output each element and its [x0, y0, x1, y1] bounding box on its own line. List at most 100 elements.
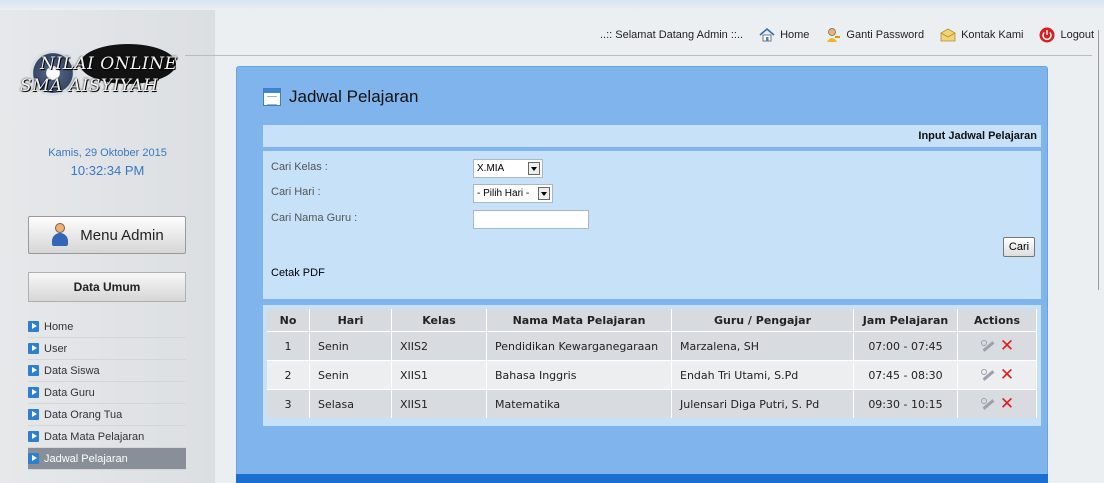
hari-select-value: - Pilih Hari -	[477, 188, 530, 199]
cell-guru: Marzalena, SH	[672, 331, 854, 360]
col-no: No	[267, 309, 310, 331]
logo-line-2: SMA AISYIYAH	[20, 76, 159, 96]
sidebar-item-label: Data Orang Tua	[44, 408, 123, 421]
nav-home-label: Home	[780, 29, 810, 41]
input-strip: Input Jadwal Pelajaran	[263, 125, 1041, 147]
cetak-pdf-link[interactable]: Cetak PDF	[271, 267, 325, 279]
nav-logout-label: Logout	[1060, 29, 1095, 41]
cell-jam: 07:00 - 07:45	[854, 331, 958, 360]
arrow-icon	[28, 409, 39, 420]
table-row: 1 Senin XIIS2 Pendidikan Kewarganegaraan…	[267, 331, 1037, 360]
main-panel-footer-bar	[236, 474, 1048, 483]
sidebar-item-data-orang-tua[interactable]: Data Orang Tua	[28, 404, 186, 426]
cell-mapel: Bahasa Inggris	[487, 360, 672, 389]
kelas-select-value: X.MIA	[477, 163, 505, 174]
logo-line-1: NILAI ONLINE	[40, 54, 178, 74]
sidebar-item-data-siswa[interactable]: Data Siswa	[28, 360, 186, 382]
cell-no: 1	[267, 331, 310, 360]
hari-select[interactable]: - Pilih Hari -	[473, 184, 553, 203]
header-divider	[185, 55, 1092, 56]
logo: NILAI ONLINE SMA AISYIYAH	[14, 32, 194, 112]
current-time: 10:32:34 PM	[70, 163, 145, 178]
nav-ganti-password-link[interactable]: Ganti Password	[825, 27, 924, 43]
nav-ganti-password-label: Ganti Password	[846, 29, 925, 41]
sidebar-item-label: Data Siswa	[44, 364, 100, 377]
col-kelas: Kelas	[392, 309, 487, 331]
window-edge	[1098, 30, 1104, 290]
edit-icon[interactable]	[980, 339, 996, 353]
kelas-label: Cari Kelas :	[271, 161, 328, 173]
cell-hari: Senin	[310, 360, 392, 389]
cell-no: 2	[267, 360, 310, 389]
cari-button[interactable]: Cari	[1003, 237, 1035, 257]
table-row: 3 Selasa XIIS1 Matematika Julensari Diga…	[267, 389, 1037, 418]
arrow-icon	[28, 321, 39, 332]
chevron-down-icon	[528, 162, 540, 175]
sidebar-item-label: Jadwal Pelajaran	[44, 452, 128, 465]
guru-search-input[interactable]	[473, 210, 589, 229]
arrow-icon	[28, 343, 39, 354]
nav-home-link[interactable]: Home	[759, 27, 809, 43]
key-user-icon	[827, 28, 841, 42]
left-panel: NILAI ONLINE SMA AISYIYAH Kamis, 29 Okto…	[0, 10, 215, 483]
table-header-row: No Hari Kelas Nama Mata Pelajaran Guru /…	[267, 309, 1037, 331]
sidebar-item-label: Home	[44, 320, 74, 333]
content-area: Input Jadwal Pelajaran Cari Kelas : X.MI…	[263, 125, 1041, 426]
kelas-select[interactable]: X.MIA	[473, 159, 543, 178]
menu-admin-button[interactable]: Menu Admin	[28, 216, 186, 254]
table-row: 2 Senin XIIS1 Bahasa Inggris Endah Tri U…	[267, 360, 1037, 389]
envelope-icon	[940, 28, 956, 42]
cell-hari: Selasa	[310, 389, 392, 418]
cell-kelas: XIIS1	[392, 360, 487, 389]
main-panel: Jadwal Pelajaran Input Jadwal Pelajaran …	[236, 66, 1048, 483]
arrow-icon	[28, 453, 39, 464]
cell-kelas: XIIS2	[392, 331, 487, 360]
chevron-down-icon	[538, 187, 550, 200]
search-form: Cari Kelas : X.MIA Cari Hari : - Pilih H…	[263, 151, 1041, 299]
hari-label: Cari Hari :	[271, 186, 321, 198]
page: NILAI ONLINE SMA AISYIYAH Kamis, 29 Okto…	[0, 0, 1104, 483]
delete-icon[interactable]: ✕	[1000, 336, 1014, 356]
col-jam: Jam Pelajaran	[854, 309, 958, 331]
edit-icon[interactable]	[980, 368, 996, 382]
schedule-table-container: No Hari Kelas Nama Mata Pelajaran Guru /…	[263, 305, 1041, 426]
edit-icon[interactable]	[980, 397, 996, 411]
sidebar-item-user[interactable]: User	[28, 338, 186, 360]
cell-mapel: Matematika	[487, 389, 672, 418]
guru-label: Cari Nama Guru :	[271, 212, 358, 224]
cell-actions: ✕	[958, 389, 1037, 418]
input-jadwal-link[interactable]: Input Jadwal Pelajaran	[918, 130, 1037, 142]
sidebar-item-data-mata-pelajaran[interactable]: Data Mata Pelajaran	[28, 426, 186, 448]
sidebar-item-label: Data Mata Pelajaran	[44, 430, 145, 443]
current-date: Kamis, 29 Oktober 2015	[48, 147, 167, 159]
cell-hari: Senin	[310, 331, 392, 360]
sidebar-item-home[interactable]: Home	[28, 316, 186, 338]
delete-icon[interactable]: ✕	[1000, 394, 1014, 414]
cell-guru: Endah Tri Utami, S.Pd	[672, 360, 854, 389]
cell-jam: 07:45 - 08:30	[854, 360, 958, 389]
sidebar-item-label: User	[44, 342, 68, 355]
calendar-icon	[263, 88, 281, 106]
col-hari: Hari	[310, 309, 392, 331]
cell-guru: Julensari Diga Putri, S. Pd	[672, 389, 854, 418]
cell-no: 3	[267, 389, 310, 418]
nav-logout-link[interactable]: Logout	[1039, 27, 1094, 43]
arrow-icon	[28, 431, 39, 442]
cell-jam: 09:30 - 10:15	[854, 389, 958, 418]
col-mata-pelajaran: Nama Mata Pelajaran	[487, 309, 672, 331]
nav-kontak-link[interactable]: Kontak Kami	[940, 27, 1023, 43]
col-actions: Actions	[958, 309, 1037, 331]
sidebar-item-data-guru[interactable]: Data Guru	[28, 382, 186, 404]
welcome-text: ..:: Selamat Datang Admin ::..	[600, 29, 744, 41]
sidebar-menu: Home User Data Siswa Data Guru Data Oran…	[28, 316, 186, 470]
cell-actions: ✕	[958, 331, 1037, 360]
page-title: Jadwal Pelajaran	[263, 87, 418, 107]
user-icon	[50, 223, 70, 247]
cell-kelas: XIIS1	[392, 389, 487, 418]
menu-admin-label: Menu Admin	[80, 226, 164, 244]
power-icon	[1039, 27, 1055, 43]
sidebar-item-jadwal-pelajaran[interactable]: Jadwal Pelajaran	[28, 448, 186, 470]
home-icon	[759, 27, 775, 42]
arrow-icon	[28, 387, 39, 398]
delete-icon[interactable]: ✕	[1000, 365, 1014, 385]
